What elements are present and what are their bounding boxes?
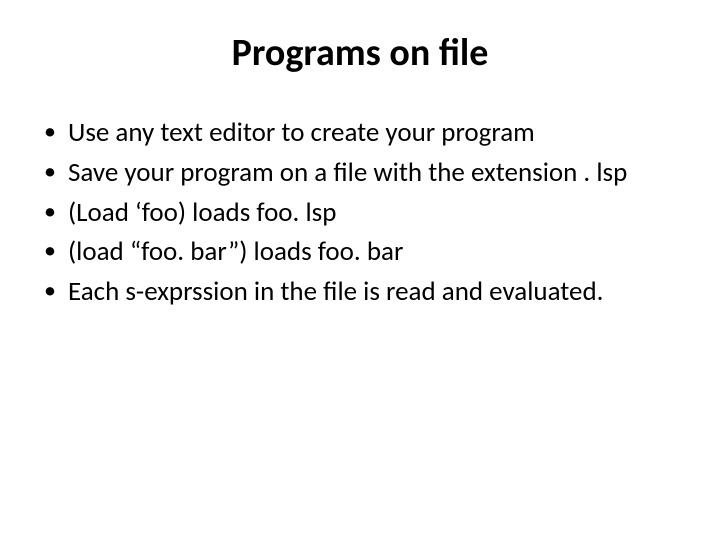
list-item: Save your program on a file with the ext… [40,156,680,190]
list-item: (Load ‘foo) loads foo. lsp [40,196,680,230]
slide-body: Use any text editor to create your progr… [40,116,680,309]
list-item: (load “foo. bar”) loads foo. bar [40,235,680,269]
list-item: Each s-exprssion in the file is read and… [40,275,680,309]
bullet-list: Use any text editor to create your progr… [40,116,680,309]
slide-title: Programs on file [40,30,680,76]
list-item: Use any text editor to create your progr… [40,116,680,150]
slide: Programs on file Use any text editor to … [0,0,720,540]
